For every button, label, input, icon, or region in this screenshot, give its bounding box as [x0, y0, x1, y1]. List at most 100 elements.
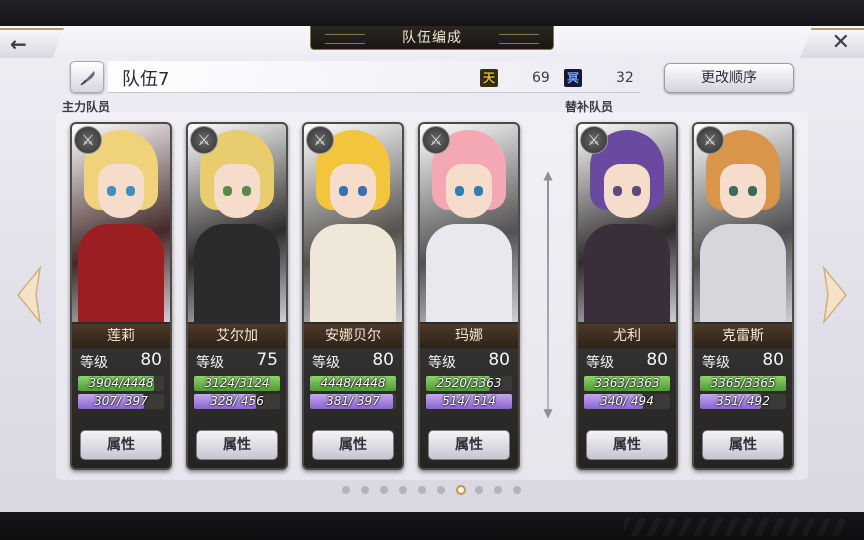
- character-face: [604, 164, 650, 218]
- page-dot[interactable]: [418, 486, 426, 494]
- page-title: 队伍编成: [310, 26, 554, 50]
- character-name: 克雷斯: [694, 324, 792, 348]
- character-card[interactable]: ⚔ 艾尔加 等级 75 3124/3124 328/ 456 属性: [186, 122, 288, 470]
- level-value: 80: [372, 350, 394, 370]
- character-stats: 等级 80 4448/4448 381/ 397 属性: [304, 348, 402, 468]
- previous-team-button[interactable]: [14, 266, 42, 324]
- character-stats: 等级 75 3124/3124 328/ 456 属性: [188, 348, 286, 468]
- chevron-right-icon: [822, 266, 847, 324]
- attributes-button[interactable]: 属性: [586, 430, 668, 460]
- level-value: 75: [256, 350, 278, 370]
- character-eye: [223, 186, 232, 196]
- page-indicator: [342, 485, 532, 497]
- quill-pen-icon: [80, 71, 95, 86]
- bottom-bar: [0, 512, 864, 540]
- character-outfit: [426, 224, 512, 322]
- character-name: 艾尔加: [188, 324, 286, 348]
- character-card[interactable]: ⚔ 尤利 等级 80 3363/3363 340/ 494 属性: [576, 122, 678, 470]
- page-dot[interactable]: [475, 486, 483, 494]
- attributes-button[interactable]: 属性: [80, 430, 162, 460]
- character-face: [214, 164, 260, 218]
- character-face: [98, 164, 144, 218]
- heaven-icon: 天: [480, 69, 498, 87]
- character-face: [720, 164, 766, 218]
- character-name: 玛娜: [420, 324, 518, 348]
- reorder-button[interactable]: 更改顺序: [664, 63, 794, 93]
- sword-icon: ⚔: [74, 126, 102, 154]
- sword-icon: ⚔: [306, 126, 334, 154]
- character-stats: 等级 80 2520/3363 514/ 514 属性: [420, 348, 518, 468]
- mp-text: 340/ 494: [600, 394, 654, 408]
- character-card[interactable]: ⚔ 克雷斯 等级 80 3365/3365 351/ 492 属性: [692, 122, 794, 470]
- divider-up-arrow-icon: ▲: [543, 168, 553, 182]
- hp-text: 3904/4448: [88, 376, 154, 390]
- divider-down-arrow-icon: ▼: [543, 406, 553, 420]
- close-icon: ✕: [831, 30, 850, 55]
- level-value: 80: [646, 350, 668, 370]
- character-name: 莲莉: [72, 324, 170, 348]
- level-label: 等级: [702, 355, 730, 371]
- page-dot[interactable]: [513, 486, 521, 494]
- level-label: 等级: [196, 355, 224, 371]
- character-eye: [126, 186, 135, 196]
- mp-text: 514/ 514: [442, 394, 496, 408]
- character-stats: 等级 80 3365/3365 351/ 492 属性: [694, 348, 792, 468]
- character-eye: [748, 186, 757, 196]
- attributes-button[interactable]: 属性: [702, 430, 784, 460]
- character-card[interactable]: ⚔ 玛娜 等级 80 2520/3363 514/ 514 属性: [418, 122, 520, 470]
- character-eye: [632, 186, 641, 196]
- character-card[interactable]: ⚔ 安娜贝尔 等级 80 4448/4448 381/ 397 属性: [302, 122, 404, 470]
- attributes-button[interactable]: 属性: [312, 430, 394, 460]
- level-label: 等级: [80, 355, 108, 371]
- page-dot[interactable]: [380, 486, 388, 494]
- attributes-button[interactable]: 属性: [196, 430, 278, 460]
- page-dot[interactable]: [361, 486, 369, 494]
- sword-icon: ⚔: [422, 126, 450, 154]
- next-team-button[interactable]: [822, 266, 850, 324]
- hell-icon: 冥: [564, 69, 582, 87]
- page-dot[interactable]: [399, 486, 407, 494]
- sub-members-label: 替补队员: [565, 100, 614, 114]
- character-name: 安娜贝尔: [304, 324, 402, 348]
- level-label: 等级: [586, 355, 614, 371]
- team-name-bar: 队伍7 天 69 冥 32: [108, 61, 640, 93]
- main-members-label: 主力队员: [62, 100, 111, 114]
- hp-text: 2520/3363: [436, 376, 502, 390]
- page-dot[interactable]: [342, 486, 350, 494]
- character-face: [330, 164, 376, 218]
- hell-value: 32: [616, 70, 634, 86]
- character-eye: [242, 186, 251, 196]
- level-value: 80: [140, 350, 162, 370]
- hp-text: 3363/3363: [594, 376, 660, 390]
- character-eye: [729, 186, 738, 196]
- hp-text: 3365/3365: [710, 376, 776, 390]
- level-value: 80: [762, 350, 784, 370]
- character-face: [446, 164, 492, 218]
- sword-icon: ⚔: [696, 126, 724, 154]
- character-name: 尤利: [578, 324, 676, 348]
- character-eye: [358, 186, 367, 196]
- team-name: 队伍7: [122, 69, 170, 90]
- character-eye: [613, 186, 622, 196]
- character-stats: 等级 80 3363/3363 340/ 494 属性: [578, 348, 676, 468]
- section-divider: [547, 180, 549, 416]
- mp-text: 328/ 456: [210, 394, 264, 408]
- level-label: 等级: [312, 355, 340, 371]
- character-card[interactable]: ⚔ 莲莉 等级 80 3904/4448 307/ 397 属性: [70, 122, 172, 470]
- page-dot[interactable]: [437, 486, 445, 494]
- sword-icon: ⚔: [580, 126, 608, 154]
- character-eye: [455, 186, 464, 196]
- page-dot[interactable]: [494, 486, 502, 494]
- character-eye: [474, 186, 483, 196]
- chevron-left-icon: [17, 266, 42, 324]
- heaven-value: 69: [532, 70, 550, 86]
- hp-text: 4448/4448: [320, 376, 386, 390]
- attributes-button[interactable]: 属性: [428, 430, 510, 460]
- character-outfit: [78, 224, 164, 322]
- edit-team-name-button[interactable]: [70, 61, 104, 93]
- top-bar: [0, 0, 864, 26]
- page-dot[interactable]: [456, 485, 466, 495]
- level-value: 80: [488, 350, 510, 370]
- character-outfit: [310, 224, 396, 322]
- character-eye: [339, 186, 348, 196]
